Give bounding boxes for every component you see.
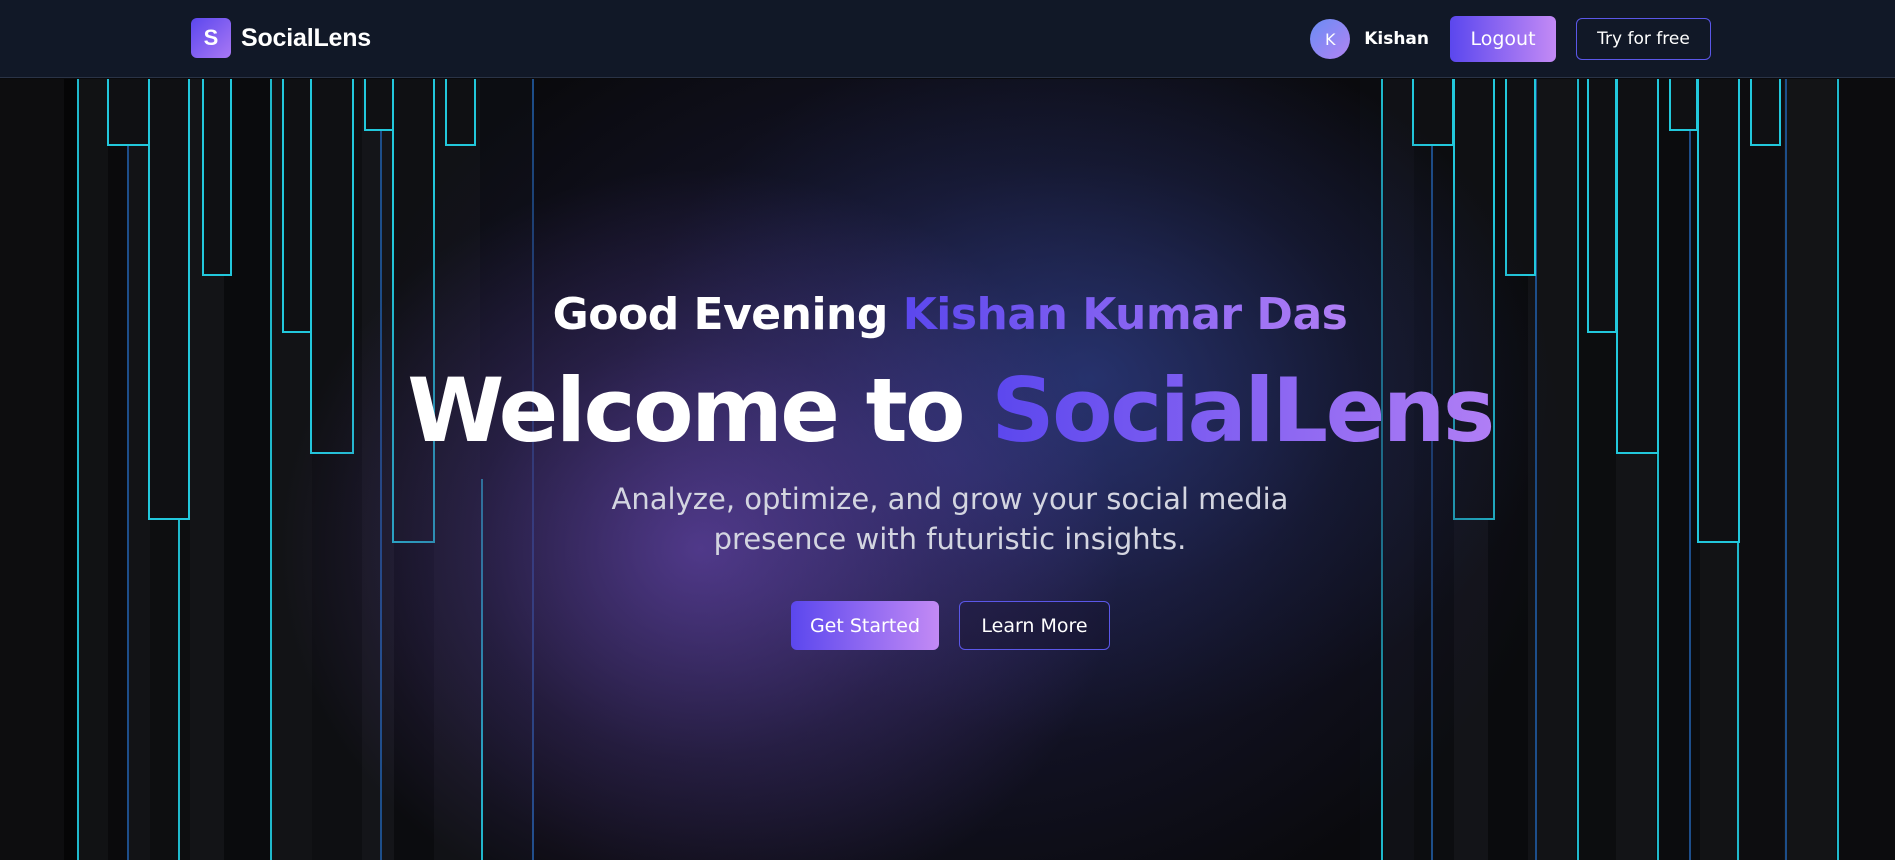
hero-content: Good Evening Kishan Kumar Das Welcome to… — [0, 79, 1895, 860]
try-for-free-button[interactable]: Try for free — [1576, 18, 1711, 60]
hero-subtitle: Analyze, optimize, and grow your social … — [611, 482, 1289, 556]
hero-headline: Welcome to SocialLens — [0, 359, 1895, 462]
avatar[interactable]: K — [1310, 19, 1351, 59]
brand-logo-icon: S — [191, 18, 231, 58]
hero-section: Good Evening Kishan Kumar Das Welcome to… — [0, 79, 1895, 860]
headline-prefix: Welcome to — [407, 359, 992, 462]
user-name: Kishan — [1364, 29, 1429, 49]
get-started-button[interactable]: Get Started — [791, 601, 939, 650]
top-navbar: S SocialLens K Kishan Logout Try for fre… — [0, 0, 1895, 78]
brand-name: SocialLens — [241, 23, 371, 52]
greeting-heading: Good Evening Kishan Kumar Das — [0, 289, 1895, 340]
greeting-prefix: Good Evening — [552, 289, 903, 340]
brand[interactable]: S SocialLens — [191, 18, 371, 58]
learn-more-button[interactable]: Learn More — [959, 601, 1110, 650]
landing-page: S SocialLens K Kishan Logout Try for fre… — [0, 0, 1895, 860]
nav-actions: K Kishan Logout Try for free — [1310, 16, 1711, 62]
logout-button[interactable]: Logout — [1450, 16, 1556, 62]
greeting-user-name: Kishan Kumar Das — [902, 289, 1348, 340]
headline-brand: SocialLens — [991, 359, 1495, 462]
cta-row: Get Started Learn More — [791, 601, 1110, 650]
